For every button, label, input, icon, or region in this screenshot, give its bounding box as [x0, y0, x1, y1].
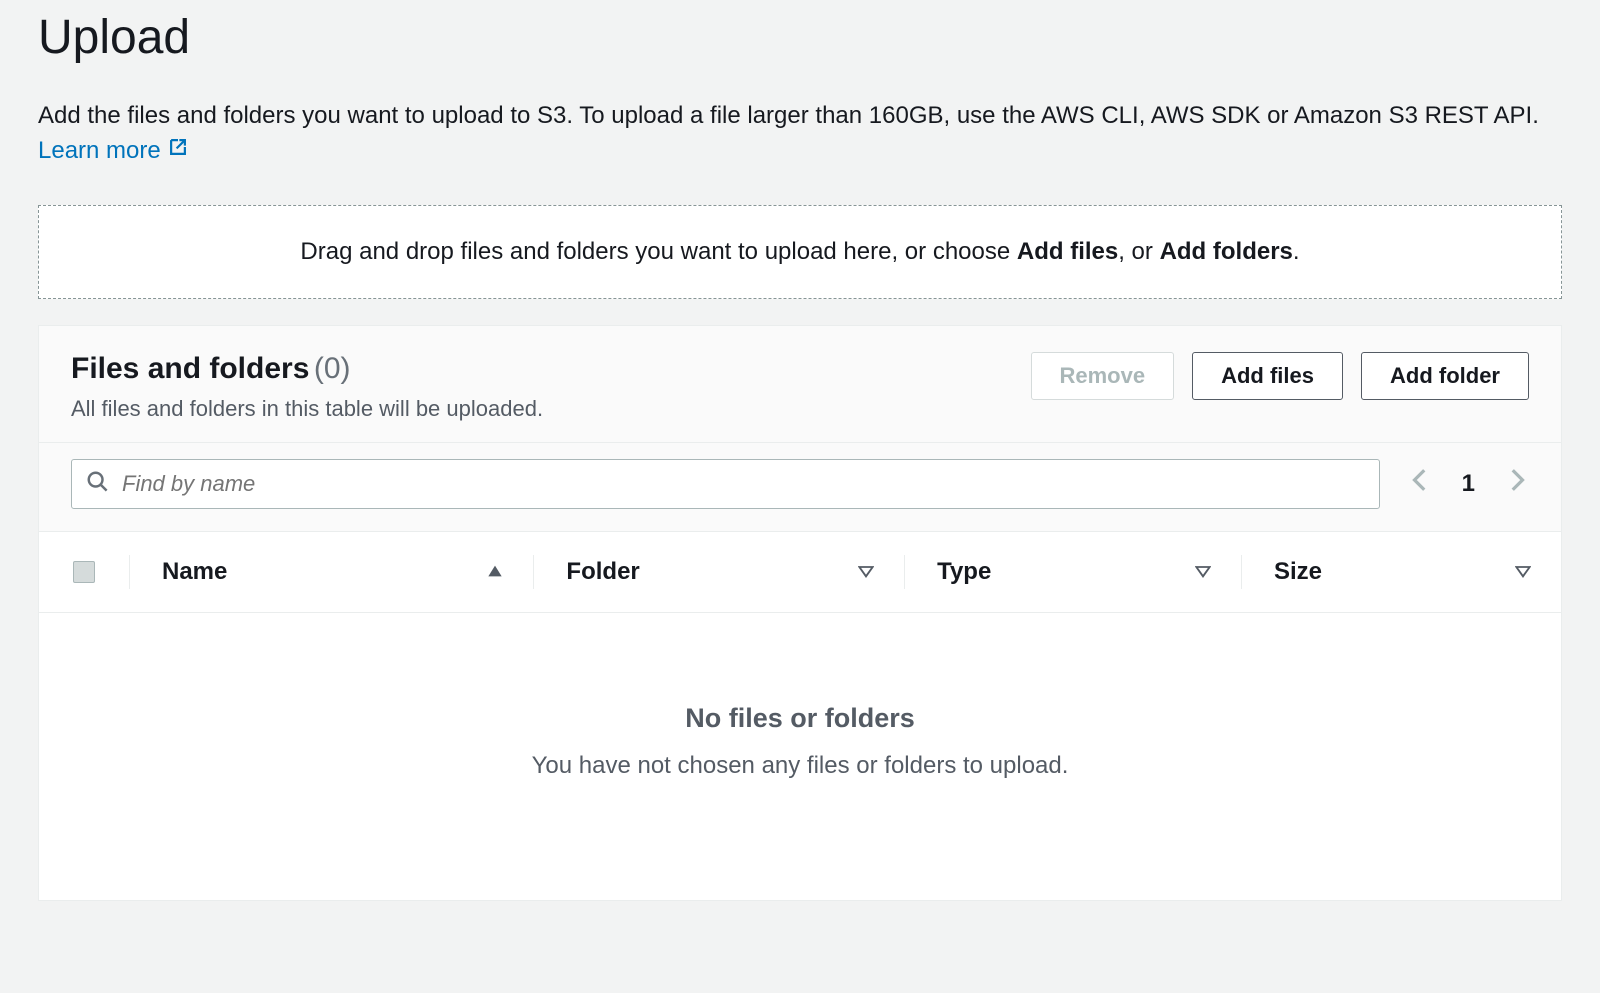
column-name-label: Name: [162, 558, 227, 586]
dropzone-text-sep: , or: [1118, 238, 1159, 265]
panel-header: Files and folders (0) All files and fold…: [39, 326, 1561, 443]
dropzone-add-files: Add files: [1017, 238, 1118, 265]
external-link-icon: [167, 134, 189, 169]
dropzone-add-folders: Add folders: [1160, 238, 1293, 265]
column-type[interactable]: Type: [904, 555, 1241, 589]
panel-count: (0): [314, 352, 351, 385]
sort-icon: [1195, 558, 1211, 586]
dropzone-text-suffix: .: [1293, 238, 1300, 265]
search-input[interactable]: [108, 471, 1365, 497]
column-size-label: Size: [1274, 558, 1322, 586]
current-page: 1: [1462, 470, 1475, 498]
select-all-checkbox[interactable]: [73, 561, 95, 583]
next-page-button[interactable]: [1503, 467, 1529, 500]
add-files-button[interactable]: Add files: [1192, 352, 1343, 400]
pagination: 1: [1408, 467, 1529, 500]
toolbar: 1: [39, 443, 1561, 531]
description-text: Add the files and folders you want to up…: [38, 102, 1539, 129]
remove-button: Remove: [1031, 352, 1175, 400]
sort-icon: [858, 558, 874, 586]
column-name[interactable]: Name: [129, 555, 533, 589]
column-folder[interactable]: Folder: [533, 555, 904, 589]
search-icon: [86, 470, 108, 497]
prev-page-button[interactable]: [1408, 467, 1434, 500]
add-folder-button[interactable]: Add folder: [1361, 352, 1529, 400]
files-panel: Files and folders (0) All files and fold…: [38, 325, 1562, 901]
sort-icon: [1515, 558, 1531, 586]
empty-subtitle: You have not chosen any files or folders…: [59, 752, 1541, 780]
panel-subtitle: All files and folders in this table will…: [71, 396, 543, 422]
sort-asc-icon: [487, 558, 503, 586]
column-type-label: Type: [937, 558, 991, 586]
column-size[interactable]: Size: [1241, 555, 1561, 589]
dropzone-text-prefix: Drag and drop files and folders you want…: [300, 238, 1016, 265]
empty-title: No files or folders: [59, 703, 1541, 734]
page-title: Upload: [38, 10, 1562, 65]
empty-state: No files or folders You have not chosen …: [39, 613, 1561, 900]
search-wrap: [71, 459, 1380, 509]
learn-more-label: Learn more: [38, 134, 161, 169]
panel-actions: Remove Add files Add folder: [1031, 352, 1530, 400]
learn-more-link[interactable]: Learn more: [38, 134, 189, 169]
panel-title: Files and folders: [71, 352, 309, 385]
page-description: Add the files and folders you want to up…: [38, 99, 1562, 169]
table-header: Name Folder Type: [39, 531, 1561, 613]
dropzone[interactable]: Drag and drop files and folders you want…: [38, 205, 1562, 299]
column-folder-label: Folder: [566, 558, 639, 586]
